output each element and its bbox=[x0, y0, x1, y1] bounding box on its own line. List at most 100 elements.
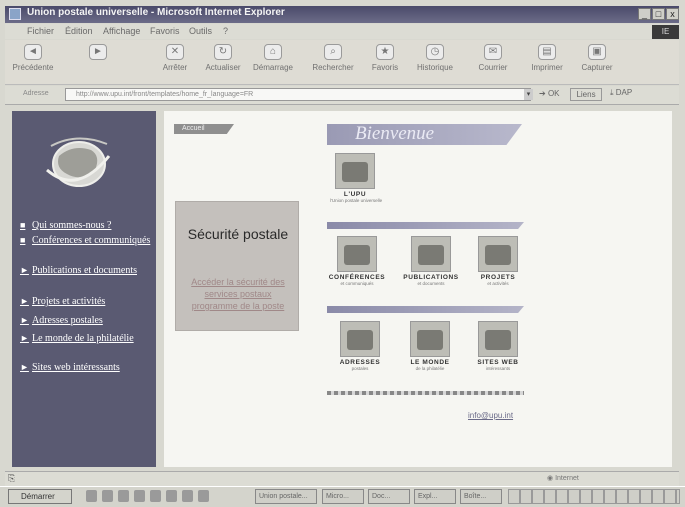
address-label: Adresse bbox=[23, 90, 49, 97]
windows-taskbar: Démarrer Union postale... Micro... Doc..… bbox=[0, 486, 685, 507]
menu-help[interactable]: ? bbox=[223, 26, 228, 36]
dap-button[interactable]: ⤓ DAP bbox=[610, 88, 632, 98]
info-email-link[interactable]: info@upu.int bbox=[468, 411, 513, 420]
nav-publications[interactable]: ► Publications et documents bbox=[20, 265, 152, 276]
decorative-strip bbox=[327, 391, 524, 395]
ie-app-icon bbox=[9, 8, 21, 20]
globe-icon: ◉ bbox=[547, 475, 554, 482]
taskbar-window[interactable]: Expl... bbox=[414, 489, 456, 504]
page-content: Accueil Bienvenue L'UPU l'Union postale … bbox=[164, 111, 672, 467]
upu-globe-logo bbox=[46, 137, 111, 187]
quicklaunch-app-icon[interactable] bbox=[182, 490, 193, 502]
address-dropdown-button[interactable]: ▾ bbox=[524, 89, 533, 100]
quicklaunch-app-icon[interactable] bbox=[150, 490, 161, 502]
window-title: Union postale universelle - Microsoft In… bbox=[27, 7, 285, 18]
tile-publications[interactable]: PUBLICATIONS et documents bbox=[397, 236, 465, 286]
window-title-bar[interactable]: Union postale universelle - Microsoft In… bbox=[5, 6, 679, 23]
mail-button[interactable]: ✉ Courrier bbox=[471, 42, 515, 80]
favorites-button[interactable]: ★ Favoris bbox=[363, 42, 407, 80]
url-input[interactable]: http://www.upu.int/front/templates/home_… bbox=[65, 88, 531, 101]
print-button[interactable]: ▤ Imprimer bbox=[525, 42, 569, 80]
links-button[interactable]: Liens bbox=[570, 88, 602, 101]
history-button[interactable]: ◷ Historique bbox=[413, 42, 457, 80]
nav-adresses[interactable]: ► Adresses postales bbox=[20, 315, 152, 326]
download-icon: ⤓ bbox=[610, 88, 614, 97]
search-button[interactable]: ⌕ Rechercher bbox=[311, 42, 355, 80]
tile-conferences[interactable]: CONFÉRENCES et communiqués bbox=[327, 236, 387, 286]
nav-projets[interactable]: ► Projets et activités bbox=[20, 296, 152, 307]
system-tray[interactable] bbox=[508, 489, 680, 504]
home-icon: ⌂ bbox=[264, 44, 282, 60]
section-divider bbox=[327, 222, 524, 229]
nav-conferences[interactable]: ■ Conférences et communiqués bbox=[20, 235, 152, 246]
tile-sites-web[interactable]: SITES WEB intéressants bbox=[470, 321, 526, 371]
securite-postale-panel: Sécurité postale Accéder la sécurité des… bbox=[175, 201, 299, 331]
site-sidebar: ■ Qui sommes-nous ? ■ Conférences et commu… bbox=[12, 111, 156, 467]
refresh-button[interactable]: ↻ Actualiser bbox=[201, 42, 245, 80]
menu-edition[interactable]: Édition bbox=[65, 26, 93, 36]
publications-tile-image bbox=[411, 236, 451, 272]
welcome-title: Bienvenue bbox=[355, 123, 435, 144]
capture-button[interactable]: ▣ Capturer bbox=[575, 42, 619, 80]
le-monde-tile-image bbox=[410, 321, 450, 357]
back-arrow-icon: ◄ bbox=[24, 44, 42, 60]
mail-icon: ✉ bbox=[484, 44, 502, 60]
history-icon: ◷ bbox=[426, 44, 444, 60]
taskbar-window-ie[interactable]: Union postale... bbox=[255, 489, 317, 504]
menu-outils[interactable]: Outils bbox=[189, 26, 212, 36]
minimize-button[interactable]: _ bbox=[638, 8, 651, 20]
print-icon: ▤ bbox=[538, 44, 556, 60]
sites-web-tile-image bbox=[478, 321, 518, 357]
stop-icon: ✕ bbox=[166, 44, 184, 60]
quicklaunch-app-icon[interactable] bbox=[134, 490, 145, 502]
taskbar-window[interactable]: Micro... bbox=[322, 489, 364, 504]
menu-bar: Fichier Édition Affichage Favoris Outils… bbox=[5, 24, 679, 39]
taskbar-window[interactable]: Doc... bbox=[368, 489, 410, 504]
back-button[interactable]: ◄ Précédente bbox=[11, 42, 55, 80]
forward-button[interactable]: ► bbox=[83, 42, 113, 80]
securite-link[interactable]: Accéder la sécurité des services postaux… bbox=[182, 276, 294, 312]
close-button[interactable]: x bbox=[666, 8, 679, 20]
tile-upu[interactable]: L'UPU l'Union postale universelle bbox=[330, 153, 382, 203]
section-divider bbox=[327, 306, 524, 313]
tile-le-monde[interactable]: LE MONDE de la philatélie bbox=[402, 321, 458, 371]
taskbar-window[interactable]: Boîte... bbox=[460, 489, 502, 504]
menu-affichage[interactable]: Affichage bbox=[103, 26, 140, 36]
nav-philatelie[interactable]: ► Le monde de la philatélie bbox=[20, 333, 152, 344]
projets-tile-image bbox=[478, 236, 518, 272]
favorites-icon: ★ bbox=[376, 44, 394, 60]
search-icon: ⌕ bbox=[324, 44, 342, 60]
adresses-tile-image bbox=[340, 321, 380, 357]
refresh-icon: ↻ bbox=[214, 44, 232, 60]
start-button[interactable]: Démarrer bbox=[8, 489, 72, 504]
address-bar: Adresse http://www.upu.int/front/templat… bbox=[5, 86, 679, 105]
conferences-tile-image bbox=[337, 236, 377, 272]
tile-adresses[interactable]: ADRESSES postales bbox=[332, 321, 388, 371]
maximize-button[interactable]: □ bbox=[652, 8, 665, 20]
status-bar: ⎘ ◉ Internet bbox=[5, 471, 679, 486]
forward-arrow-icon: ► bbox=[89, 44, 107, 60]
go-arrow-icon: ➔ bbox=[539, 89, 546, 98]
securite-title: Sécurité postale bbox=[187, 226, 289, 242]
upu-tile-image bbox=[335, 153, 375, 189]
ie-throbber-logo: IE bbox=[652, 25, 679, 39]
capture-icon: ▣ bbox=[588, 44, 606, 60]
welcome-banner: Bienvenue bbox=[327, 124, 522, 145]
nav-sites-web[interactable]: ► Sites web intéressants bbox=[20, 362, 152, 373]
go-button[interactable]: ➔ OK bbox=[539, 89, 560, 98]
quicklaunch-app-icon[interactable] bbox=[198, 490, 209, 502]
stop-button[interactable]: ✕ Arrêter bbox=[153, 42, 197, 80]
quicklaunch-outlook-icon[interactable] bbox=[102, 490, 113, 502]
menu-fichier[interactable]: Fichier bbox=[27, 26, 54, 36]
menu-favoris[interactable]: Favoris bbox=[150, 26, 180, 36]
tile-projets[interactable]: PROJETS et activités bbox=[470, 236, 526, 286]
quicklaunch-ie-icon[interactable] bbox=[86, 490, 97, 502]
quicklaunch-desktop-icon[interactable] bbox=[118, 490, 129, 502]
internet-zone-indicator: ◉ Internet bbox=[547, 475, 579, 482]
quicklaunch-app-icon[interactable] bbox=[166, 490, 177, 502]
nav-qui-sommes-nous[interactable]: ■ Qui sommes-nous ? bbox=[20, 220, 152, 231]
accueil-breadcrumb[interactable]: Accueil bbox=[174, 124, 234, 134]
page-icon: ⎘ bbox=[8, 473, 16, 483]
home-button[interactable]: ⌂ Démarrage bbox=[251, 42, 295, 80]
standard-toolbar: ◄ Précédente ► ✕ Arrêter ↻ Actualiser ⌂ … bbox=[5, 40, 679, 85]
